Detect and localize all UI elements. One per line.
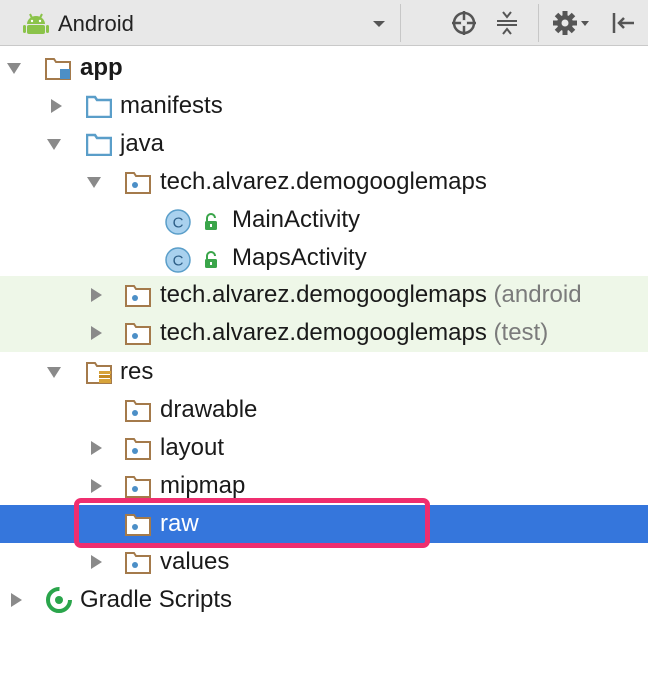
tree-label-app: app xyxy=(80,54,123,81)
tree-node-values[interactable]: values xyxy=(0,543,648,581)
source-folder-icon xyxy=(86,95,112,118)
settings-button[interactable] xyxy=(552,8,592,38)
collapsed-arrow-icon[interactable] xyxy=(88,325,104,341)
expanded-arrow-icon[interactable] xyxy=(6,60,22,76)
toolbar-separator xyxy=(400,4,401,42)
tree-node-java[interactable]: java xyxy=(0,125,648,163)
package-folder-icon xyxy=(125,438,151,460)
source-folder-icon xyxy=(86,133,112,156)
collapsed-arrow-icon[interactable] xyxy=(88,554,104,570)
toolbar-separator xyxy=(538,4,539,42)
expanded-arrow-icon[interactable] xyxy=(46,136,62,152)
hide-panel-icon xyxy=(612,13,634,33)
tree-label-layout: layout xyxy=(160,434,225,461)
collapsed-arrow-icon[interactable] xyxy=(88,478,104,494)
public-access-icon xyxy=(205,251,217,268)
android-icon xyxy=(23,13,49,34)
package-folder-icon xyxy=(125,476,151,498)
tree-node-manifests[interactable]: manifests xyxy=(0,87,648,125)
gradle-icon xyxy=(46,587,72,613)
tree-node-layout[interactable]: layout xyxy=(0,429,648,467)
tree-label-maps-activity: MapsActivity xyxy=(232,244,367,271)
tree-node-maps-activity[interactable]: C MapsActivity xyxy=(0,239,648,277)
locate-icon xyxy=(452,11,476,35)
class-icon: C xyxy=(165,209,191,235)
collapsed-arrow-icon[interactable] xyxy=(48,98,64,114)
tree-label-package-test: tech.alvarez.demogooglemaps (test) xyxy=(160,318,548,348)
tree-label-package-main: tech.alvarez.demogooglemaps xyxy=(160,168,487,195)
tree-node-res[interactable]: res xyxy=(0,353,648,391)
tree-node-drawable[interactable]: drawable xyxy=(0,391,648,429)
tree-label-values: values xyxy=(160,548,230,575)
package-folder-icon xyxy=(125,172,151,194)
gear-icon xyxy=(553,11,589,35)
class-icon: C xyxy=(165,247,191,273)
resources-folder-icon xyxy=(86,362,112,384)
tree-label-java: java xyxy=(120,130,165,157)
package-folder-icon xyxy=(125,285,151,307)
tree-node-package-android-test[interactable]: tech.alvarez.demogooglemaps (android xyxy=(0,276,648,314)
collapsed-arrow-icon[interactable] xyxy=(88,287,104,303)
package-folder-icon xyxy=(125,514,151,536)
class-letter: C xyxy=(173,253,184,270)
tree-node-mipmap[interactable]: mipmap xyxy=(0,467,648,505)
collapsed-arrow-icon[interactable] xyxy=(8,592,24,608)
view-mode-dropdown[interactable]: Android xyxy=(8,4,396,42)
package-folder-icon xyxy=(125,323,151,345)
tree-node-package-main[interactable]: tech.alvarez.demogooglemaps xyxy=(0,163,648,201)
collapse-all-icon xyxy=(497,11,517,35)
package-name: tech.alvarez.demogooglemaps xyxy=(160,319,487,346)
tree-node-app[interactable]: app xyxy=(0,49,648,87)
tree-label-mipmap: mipmap xyxy=(160,472,246,499)
package-suffix: (test) xyxy=(493,319,549,346)
scroll-from-source-button[interactable] xyxy=(449,8,479,38)
tree-label-raw: raw xyxy=(160,510,199,537)
expanded-arrow-icon[interactable] xyxy=(46,364,62,380)
dropdown-caret-icon xyxy=(373,21,385,27)
project-toolbar: Android xyxy=(0,0,648,46)
view-mode-label: Android xyxy=(58,11,134,36)
module-folder-icon xyxy=(45,58,71,80)
hide-panel-button[interactable] xyxy=(608,8,638,38)
tree-node-gradle-scripts[interactable]: Gradle Scripts xyxy=(0,581,648,619)
public-access-icon xyxy=(205,213,217,230)
tree-label-package-android-test: tech.alvarez.demogooglemaps (android xyxy=(160,280,582,310)
class-letter: C xyxy=(173,215,184,232)
tree-label-res: res xyxy=(120,358,154,385)
tree-node-main-activity[interactable]: C MainActivity xyxy=(0,201,648,239)
tree-node-package-test[interactable]: tech.alvarez.demogooglemaps (test) xyxy=(0,314,648,352)
package-name: tech.alvarez.demogooglemaps xyxy=(160,281,487,308)
tree-label-main-activity: MainActivity xyxy=(232,206,361,233)
collapse-all-button[interactable] xyxy=(492,8,522,38)
tree-label-manifests: manifests xyxy=(120,92,223,119)
package-folder-icon xyxy=(125,552,151,574)
package-folder-icon xyxy=(125,400,151,422)
package-suffix: (android xyxy=(493,281,582,308)
tree-label-gradle-scripts: Gradle Scripts xyxy=(80,586,233,613)
expanded-arrow-icon[interactable] xyxy=(86,174,102,190)
tree-node-raw[interactable]: raw xyxy=(0,505,648,543)
collapsed-arrow-icon[interactable] xyxy=(88,440,104,456)
tree-label-drawable: drawable xyxy=(160,396,258,423)
